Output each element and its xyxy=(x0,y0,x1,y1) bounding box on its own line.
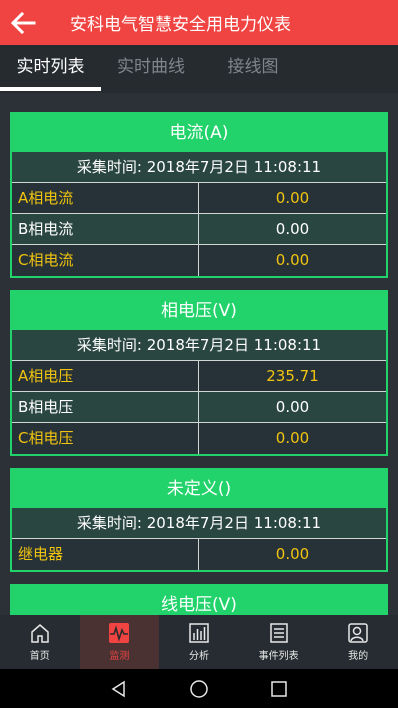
card-title: 相电压(V) xyxy=(12,292,386,330)
nav-label: 首页 xyxy=(29,651,50,662)
row-value: 0.00 xyxy=(275,220,310,238)
row-value: 0.00 xyxy=(275,398,310,416)
nav-label: 事件列表 xyxy=(258,651,299,662)
line-voltage-card: 线电压(V) xyxy=(10,584,388,615)
tab-bar: 实时列表 实时曲线 接线图 xyxy=(0,45,398,93)
nav-home[interactable]: 首页 xyxy=(0,615,80,669)
active-tab-indicator xyxy=(0,87,101,91)
collect-time: 采集时间: 2018年7月2日 11:08:11 xyxy=(12,152,386,183)
row-value: 0.00 xyxy=(275,429,310,447)
home-icon xyxy=(31,624,49,643)
row-label: B相电压 xyxy=(12,392,199,422)
card-title: 电流(A) xyxy=(12,114,386,152)
table-row: C相电压 0.00 xyxy=(12,423,386,454)
tab-realtime-curve[interactable]: 实时曲线 xyxy=(101,45,201,93)
row-label: A相电压 xyxy=(12,361,199,391)
nav-event-list[interactable]: 事件列表 xyxy=(239,615,319,669)
table-row: A相电压 235.71 xyxy=(12,361,386,392)
system-home-icon[interactable] xyxy=(189,679,209,699)
table-row: C相电流 0.00 xyxy=(12,245,386,276)
card-title: 线电压(V) xyxy=(12,586,386,615)
row-label: 继电器 xyxy=(12,539,199,570)
row-value: 0.00 xyxy=(275,251,310,269)
collect-time: 采集时间: 2018年7月2日 11:08:11 xyxy=(12,330,386,361)
nav-profile[interactable]: 我的 xyxy=(318,615,398,669)
app-bar: 安科电气智慧安全用电力仪表 xyxy=(0,0,398,45)
row-value: 0.00 xyxy=(275,545,310,563)
current-card: 电流(A) 采集时间: 2018年7月2日 11:08:11 A相电流 0.00… xyxy=(10,112,388,278)
tab-wiring-diagram[interactable]: 接线图 xyxy=(201,45,305,93)
table-row: A相电流 0.00 xyxy=(12,183,386,214)
nav-monitor[interactable]: 监测 xyxy=(79,615,160,669)
row-label: B相电流 xyxy=(12,214,199,244)
undefined-card: 未定义() 采集时间: 2018年7月2日 11:08:11 继电器 0.00 xyxy=(10,468,388,572)
event-list-icon xyxy=(269,623,288,643)
row-value: 0.00 xyxy=(275,189,310,207)
collect-time: 采集时间: 2018年7月2日 11:08:11 xyxy=(12,508,386,539)
nav-label: 分析 xyxy=(188,651,209,662)
row-label: C相电压 xyxy=(12,423,199,454)
realtime-list[interactable]: 电流(A) 采集时间: 2018年7月2日 11:08:11 A相电流 0.00… xyxy=(0,93,398,615)
analysis-icon xyxy=(189,623,209,643)
nav-analysis[interactable]: 分析 xyxy=(159,615,239,669)
nav-label: 监测 xyxy=(109,651,130,662)
system-recents-icon[interactable] xyxy=(270,680,288,698)
monitor-icon xyxy=(109,623,130,643)
row-label: A相电流 xyxy=(12,183,199,213)
row-value: 235.71 xyxy=(266,367,319,385)
table-row: B相电压 0.00 xyxy=(12,392,386,423)
bottom-nav: 首页 监测 分析 事件列表 我的 xyxy=(0,615,398,669)
system-back-icon[interactable] xyxy=(110,680,128,698)
system-nav-bar xyxy=(0,669,398,708)
card-title: 未定义() xyxy=(12,470,386,508)
table-row: 继电器 0.00 xyxy=(12,539,386,570)
table-row: B相电流 0.00 xyxy=(12,214,386,245)
tab-realtime-list[interactable]: 实时列表 xyxy=(0,45,101,93)
phase-voltage-card: 相电压(V) 采集时间: 2018年7月2日 11:08:11 A相电压 235… xyxy=(10,290,388,456)
row-label: C相电流 xyxy=(12,245,199,276)
back-button[interactable] xyxy=(0,0,46,45)
nav-label: 我的 xyxy=(348,651,369,662)
profile-icon xyxy=(348,623,368,643)
back-arrow-icon xyxy=(10,11,36,34)
app-title: 安科电气智慧安全用电力仪表 xyxy=(70,15,291,35)
